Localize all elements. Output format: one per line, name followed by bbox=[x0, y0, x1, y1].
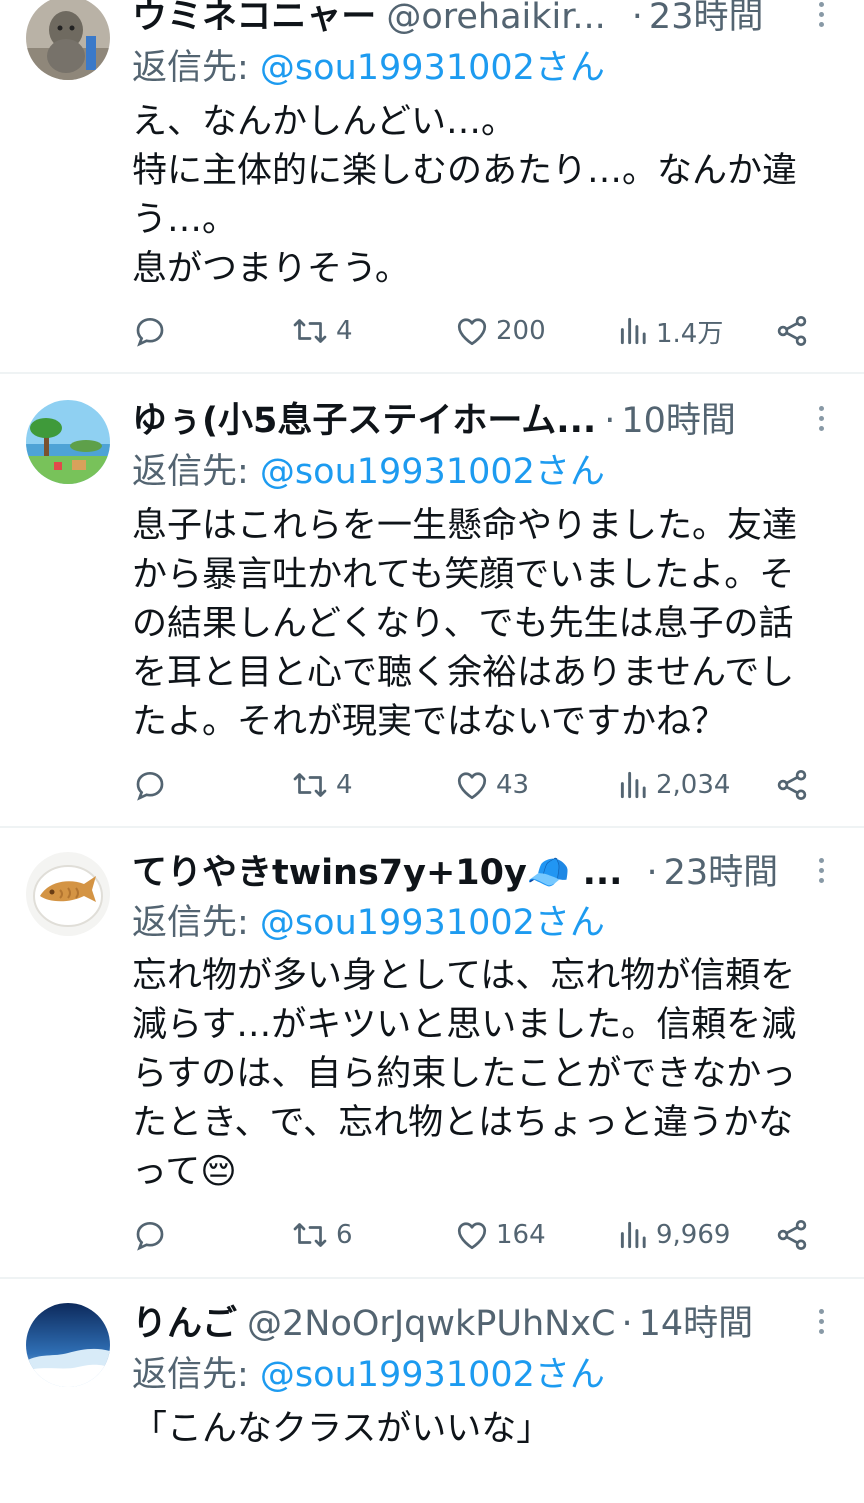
reply-button[interactable] bbox=[132, 760, 168, 810]
tweet-header: てりやきtwins7y+10y🧢 ... · 23時間 bbox=[132, 850, 794, 896]
share-button[interactable] bbox=[774, 1210, 810, 1260]
tweet[interactable]: ゆぅ(小5息子ステイホーム... · 10時間 返信先: @sou1993100… bbox=[0, 374, 864, 826]
share-icon bbox=[777, 316, 807, 346]
separator-dot: · bbox=[621, 1304, 633, 1344]
share-button[interactable] bbox=[774, 760, 810, 810]
tweet[interactable]: てりやきtwins7y+10y🧢 ... · 23時間 返信先: @sou199… bbox=[0, 828, 864, 1277]
reply-to-handle[interactable]: @sou19931002さん bbox=[260, 452, 605, 492]
avatar[interactable] bbox=[26, 1303, 110, 1387]
views-count: 9,969 bbox=[656, 1220, 731, 1250]
tweet-header: ウミネコニャー @orehaikir... · 23時間 bbox=[132, 0, 794, 40]
like-count: 164 bbox=[496, 1220, 546, 1250]
tweet-header: りんご @2NoOrJqwkPUhNxC · 14時間 bbox=[132, 1301, 794, 1347]
display-name[interactable]: てりやきtwins7y+10y🧢 ... bbox=[132, 850, 622, 896]
heart-icon bbox=[457, 318, 487, 346]
like-button[interactable]: 200 bbox=[454, 306, 546, 356]
avatar[interactable] bbox=[26, 852, 110, 936]
heart-icon bbox=[457, 1222, 487, 1250]
reply-icon bbox=[136, 771, 164, 801]
reply-button[interactable] bbox=[132, 1210, 168, 1260]
reply-to-label: 返信先: bbox=[132, 452, 260, 492]
retweet-button[interactable]: 4 bbox=[290, 306, 353, 356]
share-icon bbox=[777, 770, 807, 800]
reply-to-label: 返信先: bbox=[132, 903, 260, 943]
share-icon bbox=[777, 1220, 807, 1250]
timestamp[interactable]: 10時間 bbox=[621, 398, 736, 444]
views-button[interactable]: 1.4万 bbox=[618, 306, 723, 356]
share-button[interactable] bbox=[774, 306, 810, 356]
more-icon[interactable] bbox=[806, 850, 836, 890]
reply-icon bbox=[136, 1221, 164, 1251]
views-count: 1.4万 bbox=[656, 318, 724, 349]
retweet-count: 4 bbox=[336, 770, 353, 800]
reply-to-line: 返信先: @sou19931002さん bbox=[132, 1352, 605, 1398]
tweet[interactable]: ウミネコニャー @orehaikir... · 23時間 返信先: @sou19… bbox=[0, 0, 864, 372]
reply-button[interactable] bbox=[132, 306, 168, 356]
reply-to-line: 返信先: @sou19931002さん bbox=[132, 449, 605, 495]
like-button[interactable]: 164 bbox=[454, 1210, 546, 1260]
display-name[interactable]: ウミネコニャー bbox=[132, 0, 376, 40]
like-button[interactable]: 43 bbox=[454, 760, 529, 810]
timestamp[interactable]: 23時間 bbox=[649, 0, 764, 40]
avatar[interactable] bbox=[26, 0, 110, 80]
reply-to-handle[interactable]: @sou19931002さん bbox=[260, 903, 605, 943]
more-icon[interactable] bbox=[806, 398, 836, 438]
action-bar: 4 200 1.4万 bbox=[132, 306, 832, 356]
tweet-text: 「こんなクラスがいいな」 bbox=[132, 1409, 552, 1449]
heart-icon bbox=[457, 772, 487, 800]
retweet-icon bbox=[293, 1223, 327, 1247]
reply-to-handle[interactable]: @sou19931002さん bbox=[260, 1355, 605, 1395]
views-count: 2,034 bbox=[656, 770, 731, 800]
display-name[interactable]: ゆぅ(小5息子ステイホーム... bbox=[132, 398, 596, 444]
avatar[interactable] bbox=[26, 400, 110, 484]
views-button[interactable]: 9,969 bbox=[618, 1210, 730, 1260]
action-bar: 4 43 2,034 bbox=[132, 760, 832, 810]
reply-to-handle[interactable]: @sou19931002さん bbox=[260, 48, 605, 88]
more-icon[interactable] bbox=[806, 0, 836, 34]
timestamp[interactable]: 23時間 bbox=[664, 850, 779, 896]
user-handle[interactable]: @2NoOrJqwkPUhNxC bbox=[247, 1301, 615, 1347]
retweet-button[interactable]: 4 bbox=[290, 760, 353, 810]
views-icon bbox=[620, 771, 646, 799]
retweet-count: 6 bbox=[336, 1220, 353, 1250]
action-bar: 6 164 9,969 bbox=[132, 1210, 832, 1260]
reply-to-line: 返信先: @sou19931002さん bbox=[132, 900, 605, 946]
reply-to-label: 返信先: bbox=[132, 48, 260, 88]
views-icon bbox=[620, 317, 646, 345]
separator-dot: · bbox=[646, 853, 658, 893]
retweet-count: 4 bbox=[336, 316, 353, 346]
reply-to-label: 返信先: bbox=[132, 1355, 260, 1395]
tweet-header: ゆぅ(小5息子ステイホーム... · 10時間 bbox=[132, 398, 794, 444]
tweet-text: え、なんかしんどい…。 特に主体的に楽しむのあたり…。なんか違 う…。 息がつま… bbox=[132, 102, 798, 289]
more-icon[interactable] bbox=[806, 1301, 836, 1341]
tweet[interactable]: りんご @2NoOrJqwkPUhNxC · 14時間 返信先: @sou199… bbox=[0, 1279, 864, 1503]
user-handle[interactable]: @orehaikir... bbox=[386, 0, 605, 40]
like-count: 200 bbox=[496, 316, 546, 346]
tweet-text: 忘れ物が多い身としては、忘れ物が信頼を 減らす…がキツいと思いました。信頼を減 … bbox=[132, 956, 797, 1192]
reply-to-line: 返信先: @sou19931002さん bbox=[132, 45, 605, 91]
views-icon bbox=[620, 1221, 646, 1249]
timestamp[interactable]: 14時間 bbox=[639, 1301, 754, 1347]
retweet-button[interactable]: 6 bbox=[290, 1210, 353, 1260]
retweet-icon bbox=[293, 319, 327, 343]
separator-dot: · bbox=[631, 0, 643, 37]
like-count: 43 bbox=[496, 770, 530, 800]
tweet-text: 息子はこれらを一生懸命やりました。友達 から暴言吐かれても笑顔でいましたよ。そ … bbox=[132, 506, 798, 742]
retweet-icon bbox=[293, 773, 327, 797]
separator-dot: · bbox=[604, 401, 616, 441]
display-name[interactable]: りんご bbox=[132, 1301, 237, 1347]
reply-icon bbox=[136, 317, 164, 347]
views-button[interactable]: 2,034 bbox=[618, 760, 730, 810]
